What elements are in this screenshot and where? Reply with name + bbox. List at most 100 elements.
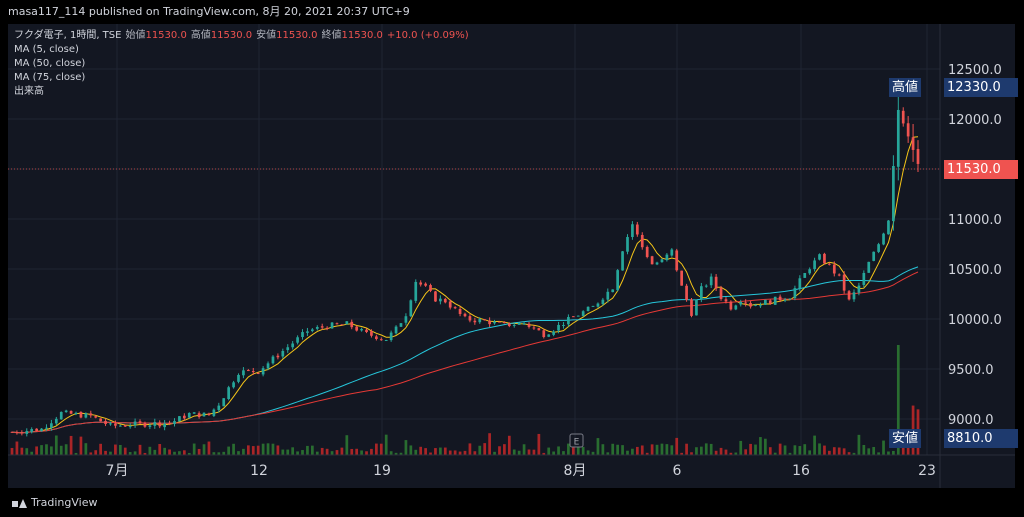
volume-bar <box>754 444 757 455</box>
candle-body <box>424 283 427 286</box>
legend-ma50[interactable]: MA (50, close) <box>14 57 473 71</box>
volume-bar <box>557 446 560 455</box>
volume-bar <box>749 443 752 455</box>
tradingview-footer[interactable]: TradingView <box>12 496 97 509</box>
price-tick-label: 10500.0 <box>948 263 1002 278</box>
legend-ohlc-row: フクダ電子, 1時間, TSE 始値11530.0 高値11530.0 安値11530… <box>14 29 473 43</box>
high-value-badge: 12330.0 <box>944 78 1018 97</box>
candle-body <box>527 323 531 327</box>
low-badge: 安値 <box>889 429 922 448</box>
volume-bar <box>813 435 816 455</box>
legend-ma5[interactable]: MA (5, close) <box>14 43 473 57</box>
candle-body <box>823 253 826 264</box>
volume-bar <box>892 450 895 455</box>
candle-body <box>665 254 669 261</box>
candle-body <box>857 285 861 293</box>
candle-body <box>197 413 201 418</box>
candle-body <box>434 291 437 302</box>
candle-body <box>227 387 231 400</box>
volume-bar <box>768 447 772 455</box>
candlestick-series <box>10 86 920 437</box>
candle-body <box>739 301 743 305</box>
candle-body <box>301 332 304 338</box>
candle-body <box>453 307 457 309</box>
volume-bar <box>857 434 861 455</box>
candle-body <box>168 422 171 424</box>
candle-body <box>542 330 546 337</box>
candle-body <box>611 289 615 293</box>
candle-body <box>571 316 575 318</box>
candle-body <box>768 300 772 304</box>
candle-body <box>389 332 393 341</box>
candle-body <box>847 291 851 300</box>
volume-bar <box>237 451 240 455</box>
volume-bar <box>828 450 831 455</box>
price-tick-label: 9500.0 <box>948 363 994 378</box>
volume-bar <box>153 449 157 455</box>
volume-bar <box>448 450 452 455</box>
volume-bar <box>759 437 762 455</box>
candle-body <box>901 110 905 124</box>
low-badge-label: 安値 <box>892 431 919 446</box>
volume-bar <box>724 449 728 455</box>
candle-body <box>54 418 58 424</box>
candle-body <box>709 276 713 286</box>
candle-body <box>887 220 890 235</box>
candle-body <box>350 321 354 328</box>
candle-body <box>355 326 359 331</box>
volume-bar <box>650 444 654 455</box>
candle-body <box>675 250 679 271</box>
candle-body <box>512 324 516 326</box>
candle-body <box>202 412 206 417</box>
candle-body <box>591 305 595 307</box>
volume-bar <box>109 451 112 455</box>
volume-bar <box>256 445 260 455</box>
candle-body <box>281 351 285 357</box>
legend-ma75[interactable]: MA (75, close) <box>14 71 473 85</box>
time-tick-label: 16 <box>792 463 810 479</box>
volume-bar <box>463 450 467 455</box>
volume-bar <box>527 449 531 455</box>
candle-body <box>729 301 733 310</box>
legend-volume[interactable]: 出来高 <box>14 85 473 99</box>
candle-body <box>764 299 767 305</box>
candle-body <box>94 416 98 418</box>
candle-body <box>468 316 472 321</box>
volume-bar <box>45 444 48 455</box>
volume-bar <box>281 449 285 455</box>
volume-bar <box>483 443 487 455</box>
time-tick-label: 6 <box>673 463 682 479</box>
candle-body <box>714 276 718 289</box>
volume-bar <box>345 435 349 455</box>
volume-bar <box>320 447 324 455</box>
candle-body <box>25 431 29 434</box>
volume-bar <box>296 451 299 455</box>
volume-bar <box>837 447 841 455</box>
candle-body <box>419 282 423 285</box>
volume-bar <box>631 448 634 455</box>
volume-bar <box>626 450 629 455</box>
legend-open: 11530.0 <box>145 30 187 41</box>
candle-body <box>133 421 137 426</box>
candle-body <box>182 415 186 419</box>
volume-bar <box>158 443 162 455</box>
volume-bar <box>562 451 565 455</box>
last-price-badge: 11530.0 <box>944 160 1018 179</box>
volume-bar <box>315 451 319 455</box>
legend-high: 11530.0 <box>210 30 253 41</box>
candle-body <box>650 256 654 265</box>
candle-body <box>79 412 83 418</box>
volume-bar <box>547 447 551 455</box>
volume-bar <box>601 444 605 455</box>
candle-body <box>867 261 871 273</box>
volume-bar <box>503 444 506 455</box>
candle-body <box>192 412 196 414</box>
candle-body <box>699 286 703 300</box>
volume-bar <box>640 445 644 455</box>
time-tick-label: 23 <box>918 463 936 479</box>
price-tick-label: 12500.0 <box>948 63 1002 78</box>
candle-body <box>335 323 339 325</box>
volume-bar <box>271 443 275 455</box>
volume-bar <box>50 446 53 455</box>
volume-bar <box>823 445 826 455</box>
